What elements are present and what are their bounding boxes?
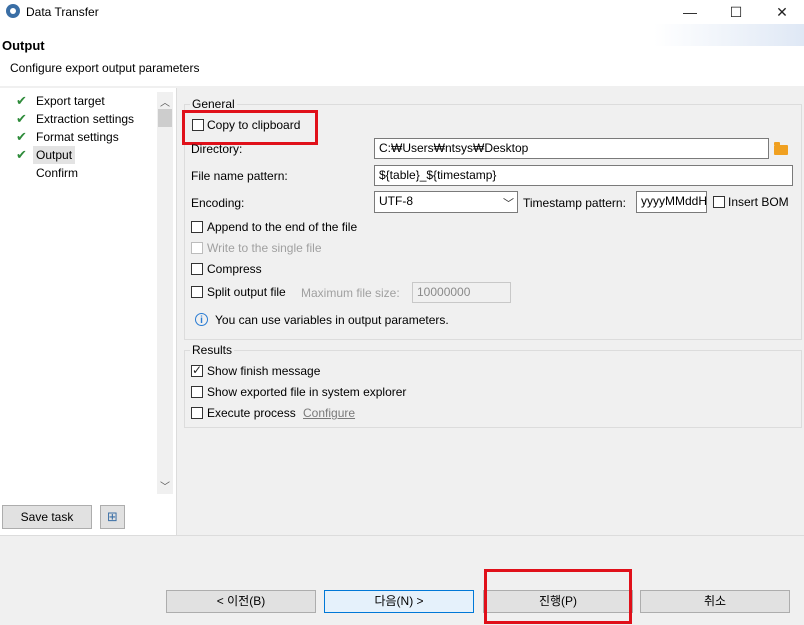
task-config-icon[interactable]: ⊞ bbox=[100, 505, 125, 529]
configure-link[interactable]: Configure bbox=[303, 406, 355, 420]
next-button[interactable]: 다음(N) > bbox=[324, 590, 474, 613]
folder-icon[interactable] bbox=[774, 142, 788, 155]
nav-item-label: Extraction settings bbox=[36, 112, 135, 126]
insert-bom-checkbox[interactable] bbox=[713, 196, 725, 208]
nav-item-label: Confirm bbox=[36, 166, 79, 180]
check-icon: ✔ bbox=[16, 93, 27, 108]
encoding-value: UTF-8 bbox=[379, 194, 413, 208]
check-icon: ✔ bbox=[16, 111, 27, 126]
execute-process-checkbox[interactable] bbox=[191, 407, 203, 419]
compress-label: Compress bbox=[207, 262, 262, 276]
maximize-icon[interactable]: ☐ bbox=[713, 0, 759, 24]
split-output-label: Split output file bbox=[207, 285, 286, 299]
nav-item-label: Format settings bbox=[36, 130, 119, 144]
scroll-up-icon[interactable]: ︿ bbox=[157, 94, 173, 109]
window-title: Data Transfer bbox=[26, 5, 99, 19]
nav-item-label: Output bbox=[33, 146, 76, 164]
encoding-label: Encoding: bbox=[191, 196, 245, 210]
chevron-down-icon[interactable]: ﹀ bbox=[503, 195, 514, 211]
append-label: Append to the end of the file bbox=[207, 220, 358, 234]
nav-item-label: Export target bbox=[36, 94, 105, 108]
split-output-checkbox[interactable] bbox=[191, 286, 203, 298]
back-button[interactable]: < 이전(B) bbox=[166, 590, 316, 613]
show-exported-label: Show exported file in system explorer bbox=[207, 385, 407, 399]
show-finish-checkbox[interactable] bbox=[191, 363, 203, 377]
show-finish-label: Show finish message bbox=[207, 364, 321, 378]
page-description: Configure export output parameters bbox=[10, 61, 200, 75]
app-icon bbox=[6, 4, 20, 18]
scroll-thumb[interactable] bbox=[158, 109, 172, 127]
timestamp-pattern-input[interactable]: yyyyMMddHHmm bbox=[636, 191, 707, 213]
cancel-button[interactable]: 취소 bbox=[640, 590, 790, 613]
nav-scrollbar[interactable] bbox=[157, 92, 173, 494]
max-file-size-input: 10000000 bbox=[412, 282, 511, 303]
page-title: Output bbox=[2, 38, 45, 53]
check-icon: ✔ bbox=[16, 147, 27, 162]
single-file-label: Write to the single file bbox=[207, 241, 322, 255]
results-group-label: Results bbox=[190, 343, 235, 357]
close-icon[interactable]: ✕ bbox=[759, 0, 804, 24]
append-checkbox[interactable] bbox=[191, 221, 203, 233]
file-name-pattern-input[interactable]: ${table}_${timestamp} bbox=[374, 165, 793, 186]
single-file-checkbox bbox=[191, 242, 203, 254]
header-decoration bbox=[654, 24, 804, 46]
highlight-box bbox=[182, 110, 318, 145]
directory-input[interactable]: C:₩Users₩ntsys₩Desktop bbox=[374, 138, 769, 159]
save-task-button[interactable]: Save task bbox=[2, 505, 92, 529]
check-icon: ✔ bbox=[16, 129, 27, 144]
file-name-pattern-label: File name pattern: bbox=[191, 169, 288, 183]
insert-bom-label: Insert BOM bbox=[728, 195, 789, 209]
directory-label: Directory: bbox=[191, 142, 243, 156]
timestamp-pattern-label: Timestamp pattern: bbox=[523, 196, 626, 210]
compress-checkbox[interactable] bbox=[191, 263, 203, 275]
info-text: You can use variables in output paramete… bbox=[215, 313, 449, 327]
info-icon: i bbox=[195, 313, 208, 326]
scroll-down-icon[interactable]: ﹀ bbox=[157, 478, 173, 493]
encoding-select[interactable]: UTF-8 bbox=[374, 191, 518, 213]
max-file-size-label: Maximum file size: bbox=[301, 286, 400, 300]
highlight-box bbox=[484, 569, 632, 624]
general-group-label: General bbox=[190, 97, 237, 111]
execute-process-label: Execute process bbox=[207, 406, 296, 420]
minimize-icon[interactable]: — bbox=[667, 0, 713, 24]
show-exported-checkbox[interactable] bbox=[191, 386, 203, 398]
